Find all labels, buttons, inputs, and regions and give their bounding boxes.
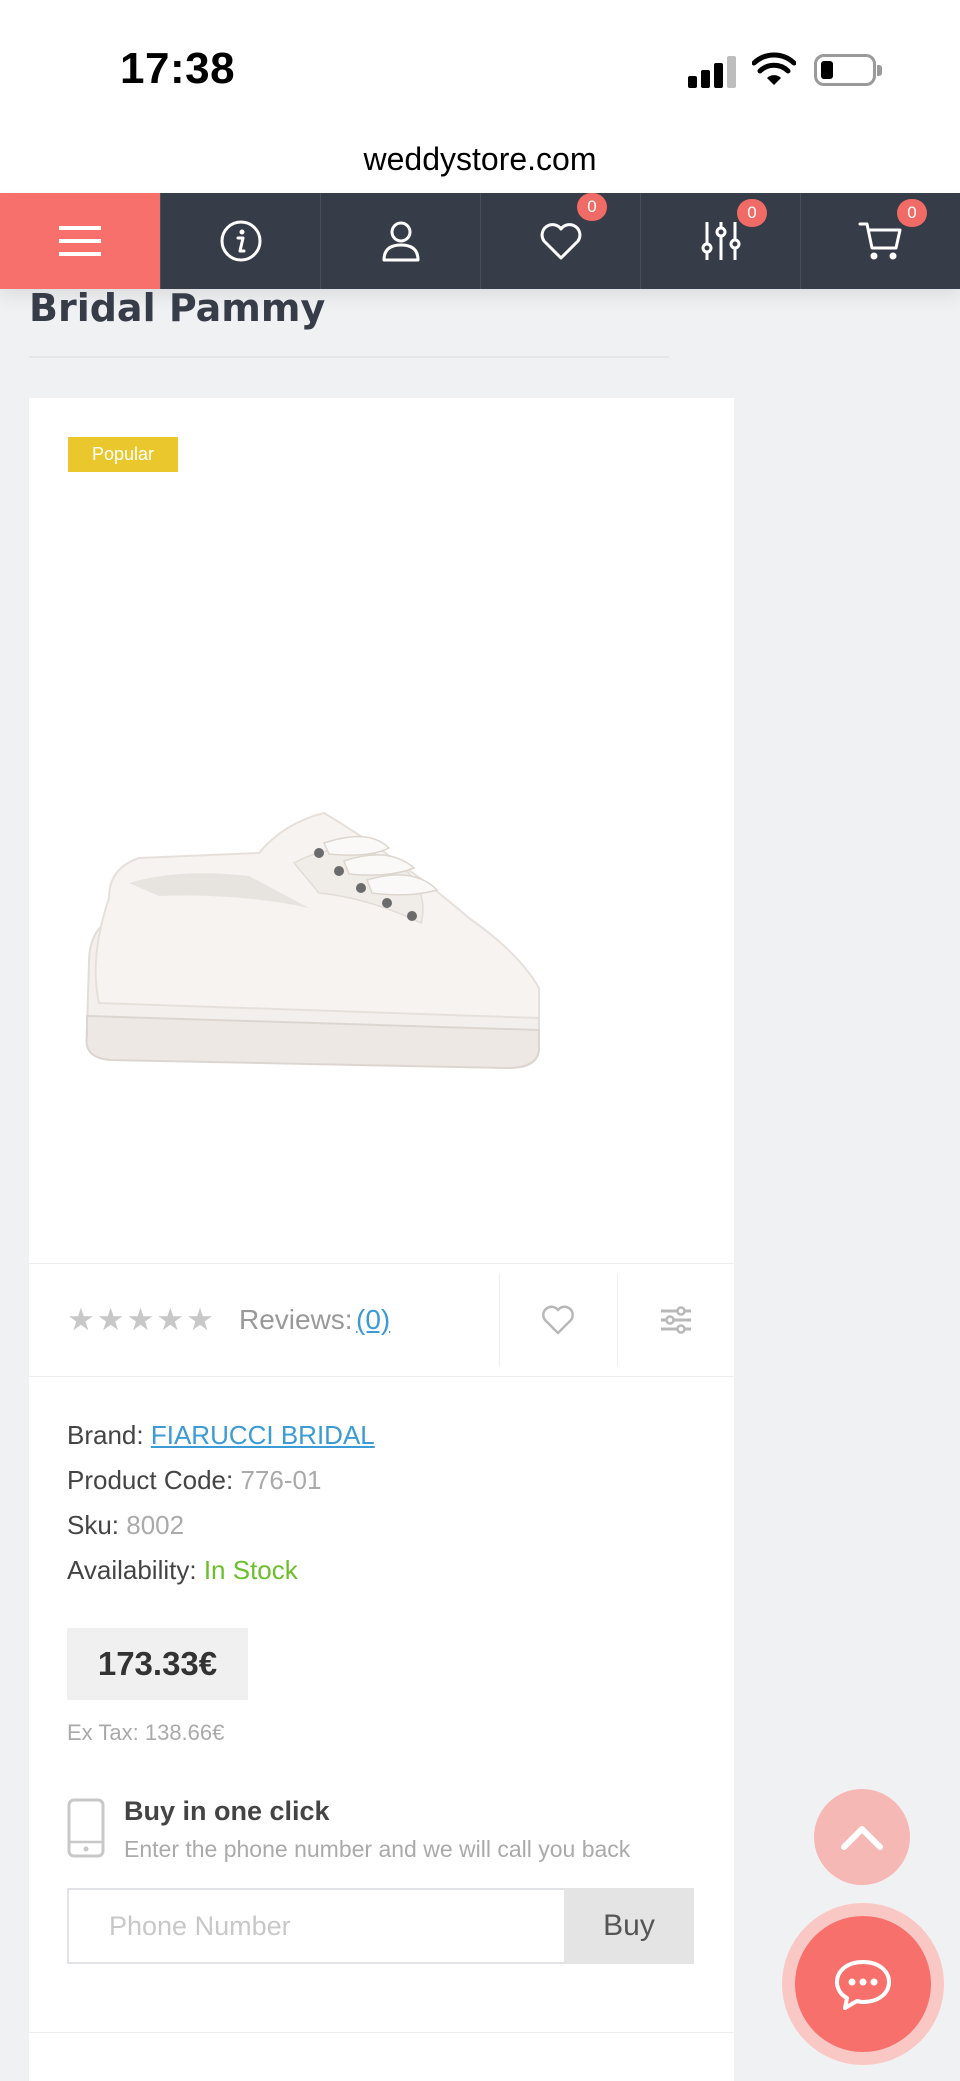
add-to-wishlist-button[interactable] [499, 1264, 617, 1376]
sliders-icon [660, 1306, 691, 1334]
page-title: Bridal Pammy [29, 286, 326, 330]
reviews-link[interactable]: (0) [356, 1304, 390, 1336]
title-divider [29, 356, 669, 358]
info-button[interactable] [160, 193, 320, 289]
status-time: 17:38 [120, 44, 236, 93]
ex-tax-price: Ex Tax: 138.66€ [67, 1720, 225, 1745]
heart-icon [540, 223, 581, 260]
cart-count-badge: 0 [897, 199, 927, 227]
compare-button[interactable]: 0 [640, 193, 800, 289]
sku-label: Sku: [67, 1510, 120, 1540]
brand-row: Brand: FIARUCCI BRIDAL [67, 1420, 375, 1451]
availability-row: Availability: In Stock [67, 1555, 298, 1586]
sku-value: 8002 [126, 1510, 185, 1540]
one-click-subtitle: Enter the phone number and we will call … [124, 1836, 631, 1862]
rating-row: ★★★★★ Reviews: (0) [29, 1264, 734, 1376]
sliders-icon [701, 222, 740, 260]
user-icon [382, 221, 419, 262]
chat-button-inner [795, 1916, 931, 2052]
price: 173.33€ [67, 1628, 248, 1700]
chat-button[interactable] [782, 1903, 944, 2065]
cart-icon [858, 222, 901, 260]
availability-label: Availability: [67, 1555, 197, 1585]
scroll-to-top-button[interactable] [814, 1789, 910, 1885]
top-nav: 0 0 0 [0, 193, 960, 289]
heart-icon [542, 1305, 574, 1335]
compare-count-badge: 0 [737, 199, 767, 227]
sku-row: Sku: 8002 [67, 1510, 184, 1541]
popular-badge: Popular [68, 437, 178, 472]
brand-link[interactable]: FIARUCCI BRIDAL [151, 1420, 375, 1450]
chevron-up-icon [841, 1826, 883, 1850]
wishlist-count-badge: 0 [577, 193, 607, 221]
phone-icon [67, 1798, 105, 1858]
product-code-label: Product Code: [67, 1465, 234, 1495]
hamburger-icon [59, 226, 101, 256]
product-card: Popular ★★★★★ Reviews: (0) Brand: FIARUC… [29, 398, 734, 2081]
add-to-compare-button[interactable] [617, 1264, 734, 1376]
wifi-icon [752, 52, 796, 85]
brand-label: Brand: [67, 1420, 144, 1450]
buy-button[interactable]: Buy [564, 1888, 694, 1964]
info-icon [220, 220, 261, 262]
product-code-value: 776-01 [240, 1465, 322, 1495]
battery-icon [814, 54, 882, 86]
wishlist-button[interactable]: 0 [480, 193, 640, 289]
cellular-signal-icon [688, 56, 736, 88]
status-bar: 17:38 [0, 0, 960, 125]
card-divider [29, 2032, 734, 2033]
phone-number-input[interactable] [67, 1888, 564, 1964]
menu-button[interactable] [0, 193, 160, 289]
card-divider [29, 1376, 734, 1377]
url-bar[interactable]: weddystore.com [0, 125, 960, 193]
reviews-label: Reviews: [239, 1304, 353, 1335]
product-image[interactable] [69, 718, 689, 1158]
account-button[interactable] [320, 193, 480, 289]
one-click-title: Buy in one click [124, 1796, 330, 1826]
rating-stars[interactable]: ★★★★★ [67, 1302, 216, 1338]
cart-button[interactable]: 0 [800, 193, 960, 289]
product-code-row: Product Code: 776-01 [67, 1465, 321, 1496]
chat-icon [835, 1960, 891, 2010]
availability-value: In Stock [203, 1555, 298, 1585]
